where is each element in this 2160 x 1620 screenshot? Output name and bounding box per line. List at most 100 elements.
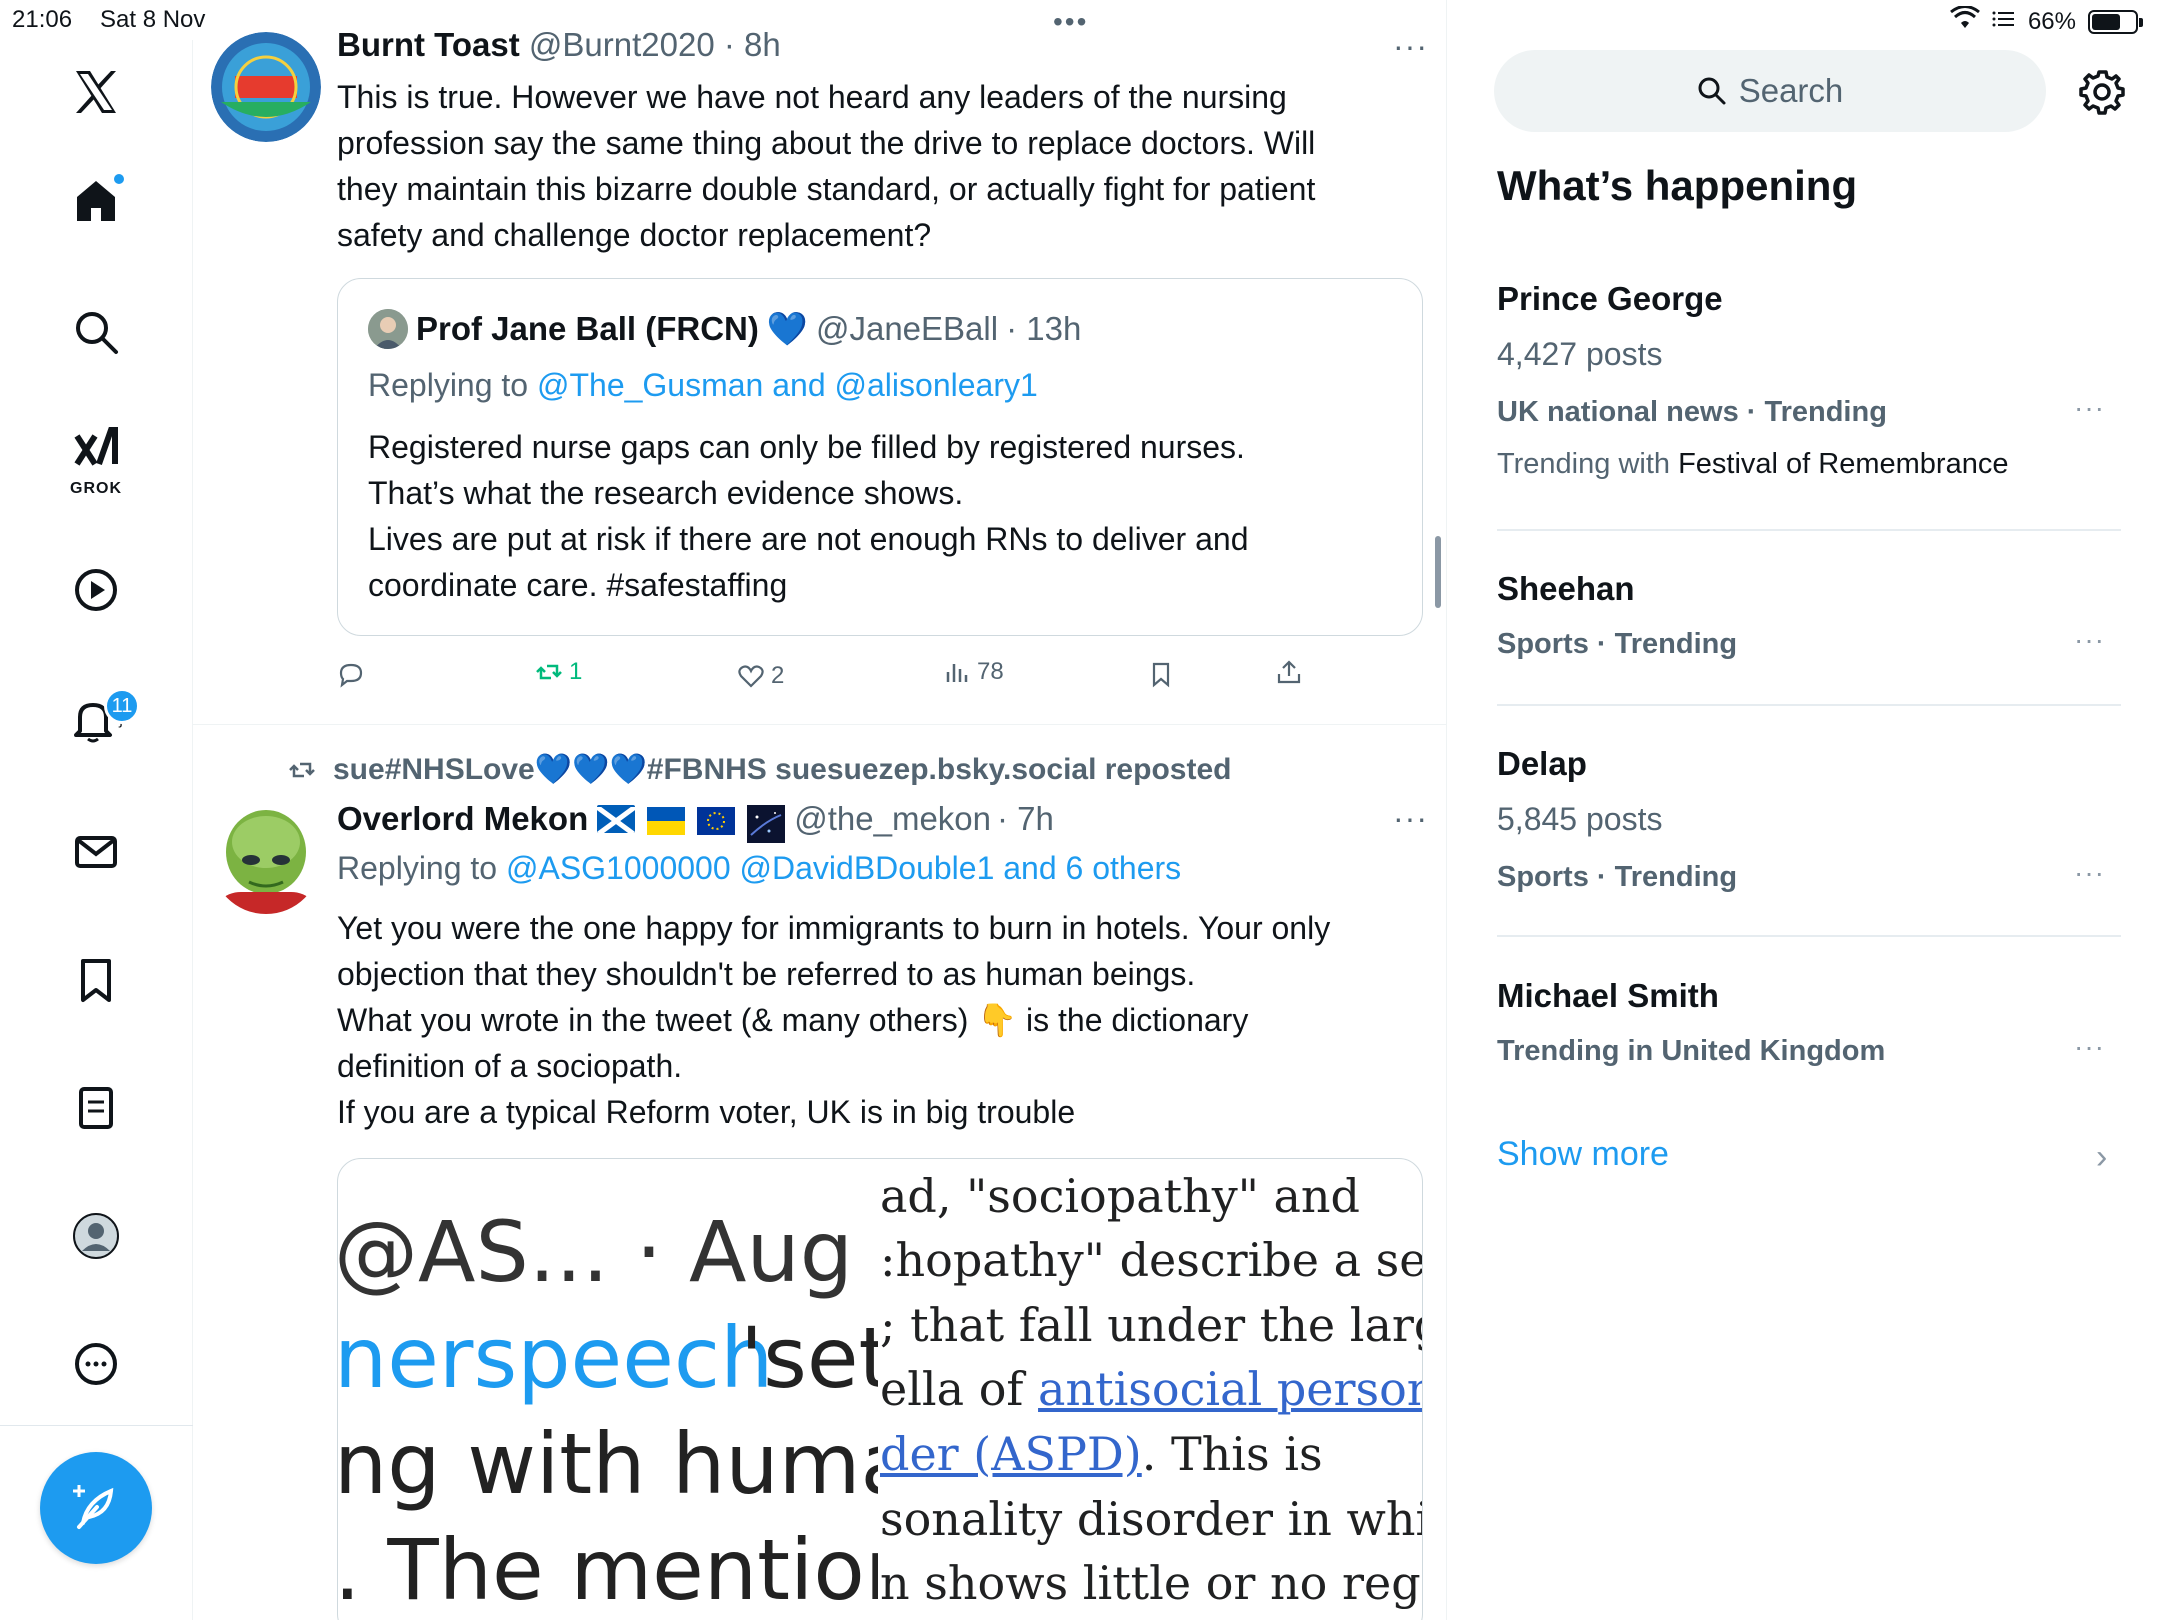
repost-context: sue#NHSLove💙💙💙#FBNHS suesuezep.bsky.soci… [285,752,1231,787]
media-link: antisocial personali [1038,1362,1422,1416]
tweet-text-line: objection that they shouldn't be referre… [337,956,1196,992]
quoted-tweet[interactable]: Prof Jane Ball (FRCN) 💙 @JaneEBall · 13h… [337,278,1423,636]
quote-author-name[interactable]: Prof Jane Ball (FRCN) [416,310,759,348]
views-button[interactable]: 78 [943,658,1004,686]
like-button[interactable]: 2 [737,662,784,690]
tweet-time[interactable]: · 7h [997,800,1054,838]
trend-name[interactable]: Michael Smith [1497,977,1719,1015]
trend-more-icon[interactable]: ··· [2074,857,2105,889]
compose-button[interactable] [40,1452,152,1564]
trend-divider [1497,529,2121,531]
lists-icon[interactable] [56,1068,136,1148]
media-text: ella of [880,1362,1039,1416]
author-name[interactable]: Burnt Toast [337,26,520,63]
trend-meta: Trending in United Kingdom [1497,1035,1886,1067]
tweet-text-line: If you are a typical Reform voter, UK is… [337,1094,1076,1130]
home-icon[interactable] [56,160,136,240]
replying-prefix: Replying to [368,367,529,403]
nav-divider [0,1425,193,1426]
scroll-indicator[interactable] [1435,536,1441,608]
galaxy-image-icon [747,805,786,843]
quote-replying-to: Replying to @The_Gusman and @alisonleary… [368,367,1038,404]
show-more-link[interactable]: Show more [1497,1135,1669,1174]
list-status-icon [1992,8,2016,36]
media-text: ad, "sociopathy" and [880,1169,1360,1223]
trend-name[interactable]: Delap [1497,745,1587,783]
x-logo-icon[interactable] [56,52,136,132]
repost-icon [289,762,315,777]
ukraine-flag-icon [647,805,686,835]
tweet-actions: 1 2 78 [337,652,1437,692]
tweet-divider [193,724,1446,725]
left-nav: GROK 11 } [0,40,193,1620]
tweet-text-line: What you wrote in the tweet (& many othe… [337,1002,1249,1038]
avatar[interactable] [211,32,321,142]
quote-text-line: coordinate care. #safestaffing [368,567,788,603]
trend-with-prefix: Trending with [1497,448,1671,480]
trend-more-icon[interactable]: ··· [2074,624,2105,656]
quote-time: · 13h [1006,310,1082,347]
trend-more-icon[interactable]: ··· [2074,392,2105,424]
trend-item[interactable]: Delap 5,845 posts Sports · Trending ··· [1497,745,2121,915]
compose-feather-icon [69,1479,123,1538]
share-button[interactable] [1275,658,1303,686]
grok-icon[interactable]: GROK [56,418,136,498]
status-indicators: 66% [1950,5,2143,37]
trend-name[interactable]: Sheehan [1497,570,1635,608]
quote-text-line: Lives are put at risk if there are not e… [368,521,1249,557]
trend-name[interactable]: Prince George [1497,280,1723,318]
trend-item[interactable]: Prince George 4,427 posts UK national ne… [1497,280,2121,500]
blue-heart-emoji: 💙 [766,309,808,347]
search-placeholder: Search [1738,72,1844,109]
tweet-text: This is true. However we have not heard … [337,74,1315,258]
quote-avatar[interactable] [368,309,408,349]
chevron-right-icon[interactable]: › [2096,1138,2107,1177]
explore-icon[interactable] [56,292,136,372]
battery-level [2092,13,2120,30]
video-icon[interactable] [56,550,136,630]
bookmarks-icon[interactable] [56,940,136,1020]
trend-item[interactable]: Michael Smith Trending in United Kingdom… [1497,977,2121,1087]
search-input[interactable]: Search [1494,50,2046,132]
settings-gear-icon[interactable] [2076,66,2128,118]
repost-count: 1 [569,658,583,685]
author-handle[interactable]: @Burnt2020 [529,26,715,63]
messages-icon[interactable] [56,812,136,892]
replying-mentions[interactable]: @The_Gusman and @alisonleary1 [537,367,1038,403]
tweet-text: Yet you were the one happy for immigrant… [337,905,1330,1135]
bookmark-button[interactable] [1147,660,1175,688]
repost-button[interactable]: 1 [535,658,582,686]
tweet-text-line: This is true. However we have not heard … [337,79,1287,115]
media-left-panel: @AS... · Aug 27, 2 nerspeech 'set ng wit… [338,1159,878,1620]
tweet-text-line: Yet you were the one happy for immigrant… [337,910,1331,946]
tweet-more-icon[interactable]: ··· [1393,28,1428,65]
profile-icon[interactable] [56,1196,136,1276]
tweet-time[interactable]: · 8h [724,26,781,63]
media-text: :hopathy" describe a set of [880,1233,1422,1287]
reposted-by-label[interactable]: sue#NHSLove💙💙💙#FBNHS suesuezep.bsky.soci… [333,752,1231,787]
trend-with-topic[interactable]: Festival of Remembrance [1678,448,2008,480]
trend-meta: UK national news · Trending [1497,396,1887,428]
multitask-dots-icon[interactable]: ••• [1053,6,1088,38]
quote-author-handle[interactable]: @JaneEBall [816,310,998,348]
bookmark-icon [1152,662,1170,688]
avatar[interactable] [211,804,321,914]
tweet-media-image[interactable]: @AS... · Aug 27, 2 nerspeech 'set ng wit… [337,1158,1423,1620]
trend-item[interactable]: Sheehan Sports · Trending ··· [1497,570,2121,690]
author-name[interactable]: Overlord Mekon [337,800,588,838]
notifications-icon[interactable]: 11 } [56,680,140,760]
reply-button[interactable] [337,660,371,688]
media-text-line: der (ASPD). This is [880,1427,1323,1481]
author-handle[interactable]: @the_mekon [794,800,991,838]
trend-divider [1497,704,2121,706]
quote-header: Prof Jane Ball (FRCN) 💙 @JaneEBall · 13h [368,309,1081,349]
replying-prefix: Replying to [337,850,498,886]
trend-more-icon[interactable]: ··· [2074,1031,2105,1063]
media-text-line: ella of antisocial personali [880,1362,1422,1416]
tweet-more-icon[interactable]: ··· [1393,800,1428,837]
tweet-text-line: definition of a sociopath. [337,1048,683,1084]
more-icon[interactable] [56,1324,136,1404]
timeline: ••• Burnt Toast @Burnt2020 · 8h ··· This… [193,0,1447,1620]
replying-mentions[interactable]: @ASG1000000 @DavidBDouble1 and 6 others [506,850,1181,886]
tweet-header: Burnt Toast @Burnt2020 · 8h [337,26,781,64]
